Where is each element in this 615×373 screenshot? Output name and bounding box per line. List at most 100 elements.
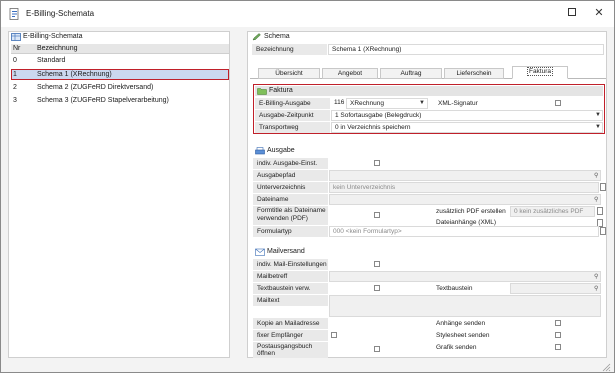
postausgangsbuch-checkbox[interactable] — [374, 346, 380, 352]
row-nr: 0 — [13, 57, 17, 64]
table-icon — [11, 33, 21, 41]
close-icon: ✕ — [594, 7, 604, 19]
list-item[interactable]: 2 Schema 2 (ZUGFeRD Direktversand) — [11, 83, 229, 94]
tab-angebot[interactable]: Angebot — [322, 68, 378, 79]
ausgabe-zeitpunkt-select[interactable]: 1 Sofortausgabe (Belegdruck) — [331, 110, 603, 121]
transportweg-select[interactable]: 0 in Verzeichnis speichern — [331, 122, 603, 133]
fixer-empfaenger-label: fixer Empfänger — [253, 330, 328, 341]
schema-detail-panel: Schema Bezeichnung Schema 1 (XRechnung) … — [247, 31, 607, 358]
formtitle-checkbox[interactable] — [374, 212, 380, 218]
mail-icon — [255, 248, 265, 256]
zusaetzlich-pdf-label: zusätzlich PDF erstellen — [432, 206, 508, 217]
tab-faktura[interactable]: Faktura — [512, 66, 568, 79]
faktura-section-title: Faktura — [269, 87, 293, 94]
title-bar: E-Billing-Schemata ✕ — [1, 1, 614, 27]
kopie-label: Kopie an Mailadresse — [253, 318, 328, 329]
textbaustein-verw-checkbox[interactable] — [374, 285, 380, 291]
unterverzeichnis-label: Unterverzeichnis — [253, 182, 328, 193]
zusaetzlich-pdf-select[interactable]: 0 kein zusätzliches PDF — [510, 206, 595, 217]
row-nr: 2 — [13, 84, 17, 91]
row-name: Standard — [37, 57, 66, 64]
tab-lieferschein[interactable]: Lieferschein — [444, 68, 504, 79]
row-nr: 1 — [13, 71, 17, 78]
bezeichnung-input[interactable]: Schema 1 (XRechnung) — [328, 44, 604, 55]
document-icon — [9, 8, 19, 20]
row-name: Schema 3 (ZUGFeRD Stapelverarbeitung) — [37, 97, 169, 104]
chevron-down-icon[interactable]: ▼ — [594, 111, 602, 120]
postausgangsbuch-label: Postausgangsbuch öffnen — [253, 342, 328, 358]
ausgabepfad-label: Ausgabepfad — [253, 170, 328, 181]
schema-section-title: Schema — [264, 33, 290, 40]
row-name: Schema 2 (ZUGFeRD Direktversand) — [37, 84, 154, 91]
ausgabepfad-input[interactable] — [329, 170, 601, 181]
resize-grip-icon[interactable] — [601, 362, 611, 372]
pencil-icon — [252, 33, 261, 41]
window-title: E-Billing-Schemata — [26, 9, 95, 18]
close-button[interactable]: ✕ — [588, 3, 610, 23]
tab-bar: Übersicht Angebot Auftrag Lieferschein F… — [250, 66, 606, 79]
grafik-checkbox[interactable] — [555, 344, 561, 350]
stylesheet-checkbox[interactable] — [555, 332, 561, 338]
list-item[interactable]: 0 Standard — [11, 56, 229, 67]
grafik-label: Grafik senden — [432, 342, 508, 353]
xml-signatur-checkbox[interactable] — [555, 100, 561, 106]
maximize-icon — [568, 8, 576, 16]
bezeichnung-label: Bezeichnung — [252, 44, 327, 55]
ausgabe-zeitpunkt-value: 1 Sofortausgabe (Belegdruck) — [335, 112, 422, 119]
transportweg-value: 0 in Verzeichnis speichern — [335, 124, 411, 131]
dateiname-label: Dateiname — [253, 194, 328, 205]
mailbetreff-input[interactable] — [329, 271, 601, 282]
textbaustein-input[interactable] — [510, 283, 601, 294]
search-icon[interactable]: ⚲ — [594, 196, 601, 203]
xml-signatur-label: XML-Signatur — [434, 98, 530, 109]
chevron-down-icon[interactable]: ▼ — [418, 99, 426, 108]
tab-auftrag[interactable]: Auftrag — [380, 68, 442, 79]
ausgabe-section-header: Ausgabe — [253, 146, 605, 156]
column-bezeichnung[interactable]: Bezeichnung — [37, 45, 77, 52]
row-nr: 3 — [13, 97, 17, 104]
formulartyp-dropdown-button[interactable] — [600, 227, 606, 235]
dialog-window: E-Billing-Schemata ✕ E-Billing-Schemata … — [0, 0, 615, 373]
search-icon[interactable]: ⚲ — [594, 172, 601, 179]
indiv-ausgabe-checkbox[interactable] — [374, 160, 380, 166]
formulartyp-label: Formulartyp — [253, 226, 328, 237]
search-icon[interactable]: ⚲ — [594, 273, 601, 280]
ausgabe-section-title: Ausgabe — [267, 147, 295, 154]
maximize-button[interactable] — [561, 3, 583, 23]
printer-icon — [255, 147, 265, 155]
tab-uebersicht[interactable]: Übersicht — [258, 68, 320, 79]
list-item[interactable]: 3 Schema 3 (ZUGFeRD Stapelverarbeitung) — [11, 96, 229, 107]
textbaustein-verw-label: Textbaustein verw. — [253, 283, 328, 294]
fixer-empfaenger-checkbox[interactable] — [331, 332, 337, 338]
stylesheet-label: Stylesheet senden — [432, 330, 508, 341]
faktura-section: Faktura E-Billing-Ausgabe 116 XRechnung … — [253, 84, 605, 134]
ebilling-ausgabe-select[interactable]: XRechnung — [346, 98, 428, 109]
schema-list-panel: E-Billing-Schemata Nr Bezeichnung 0 Stan… — [8, 31, 230, 358]
textbaustein-label: Textbaustein — [432, 283, 508, 294]
anhaenge-label: Anhänge senden — [432, 318, 508, 329]
mailversand-section-header: Mailversand — [253, 247, 605, 257]
dateiname-input[interactable] — [329, 194, 601, 205]
anhaenge-checkbox[interactable] — [555, 320, 561, 326]
ebilling-ausgabe-label: E-Billing-Ausgabe — [255, 98, 330, 109]
faktura-section-header: Faktura — [255, 86, 603, 96]
list-item-selected[interactable]: 1 Schema 1 (XRechnung) — [11, 69, 229, 80]
chevron-down-icon[interactable]: ▼ — [594, 123, 602, 132]
indiv-mail-checkbox[interactable] — [374, 261, 380, 267]
zusaetzlich-pdf-dropdown-button[interactable] — [597, 207, 603, 215]
search-icon[interactable]: ⚲ — [594, 285, 601, 292]
transportweg-label: Transportweg — [255, 122, 330, 133]
mailtext-label: Mailtext — [253, 295, 328, 306]
schema-section-header: Schema — [250, 32, 600, 42]
formulartyp-select[interactable]: 000 <kein Formulartyp> — [329, 226, 599, 237]
column-nr[interactable]: Nr — [13, 45, 20, 52]
unterverzeichnis-dropdown-button[interactable] — [600, 183, 606, 191]
schema-list-title: E-Billing-Schemata — [23, 33, 83, 40]
indiv-ausgabe-label: indiv. Ausgabe-Einst. — [253, 158, 328, 169]
folder-icon — [257, 88, 267, 95]
mailtext-textarea[interactable] — [329, 295, 601, 317]
ebilling-ausgabe-value: XRechnung — [350, 100, 384, 107]
schema-list-columns: Nr Bezeichnung — [11, 44, 229, 54]
mailbetreff-label: Mailbetreff — [253, 271, 328, 282]
unterverzeichnis-select[interactable]: kein Unterverzeichnis — [329, 182, 599, 193]
